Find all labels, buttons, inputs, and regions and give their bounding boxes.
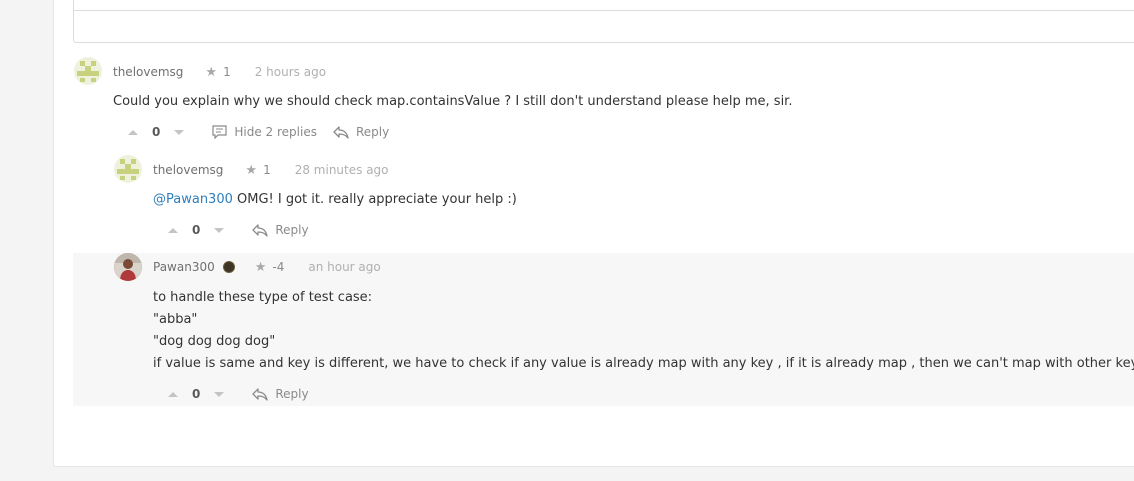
timestamp: 2 hours ago xyxy=(254,65,327,79)
highlighted-reply xyxy=(73,253,1134,406)
downvote-icon[interactable] xyxy=(174,129,185,135)
reply-button[interactable]: Reply xyxy=(252,387,309,401)
comment-actions: 0 Reply xyxy=(168,222,309,238)
editor-edge xyxy=(73,0,1134,10)
username[interactable]: Pawan300 xyxy=(153,260,215,274)
comment-icon xyxy=(212,125,227,139)
vote-count: 0 xyxy=(192,223,201,237)
vote-count: 0 xyxy=(192,387,201,401)
reputation: 1 xyxy=(263,163,271,177)
star-icon: ★ xyxy=(205,64,218,80)
comment-body: Could you explain why we should check ma… xyxy=(113,94,793,109)
avatar[interactable] xyxy=(114,155,142,183)
upvote-icon[interactable] xyxy=(128,129,138,135)
comment-body-line: to handle these type of test case: xyxy=(153,290,373,305)
avatar[interactable] xyxy=(114,253,142,281)
vote-count: 0 xyxy=(152,125,161,139)
comment-text: OMG! I got it. really appreciate your he… xyxy=(232,192,517,207)
comment-actions: 0 Reply xyxy=(168,386,309,402)
downvote-icon[interactable] xyxy=(214,227,225,233)
username[interactable]: thelovemsg xyxy=(113,65,183,79)
reputation: 1 xyxy=(223,65,231,79)
user-mention-link[interactable]: @Pawan300 xyxy=(153,192,233,207)
hide-replies-label: Hide 2 replies xyxy=(234,125,317,139)
badge-icon xyxy=(222,261,235,273)
reply-label: Reply xyxy=(275,223,309,237)
comment-meta: Pawan300 ★ -4 an hour ago xyxy=(153,259,381,275)
reply-label: Reply xyxy=(355,125,390,139)
comment-editor-bottom[interactable] xyxy=(73,10,1134,43)
comment-actions: 0 Hide 2 replies Reply xyxy=(128,124,389,140)
timestamp: an hour ago xyxy=(308,260,381,274)
star-icon: ★ xyxy=(254,259,267,275)
downvote-icon[interactable] xyxy=(214,391,225,397)
upvote-icon[interactable] xyxy=(168,227,178,233)
upvote-icon[interactable] xyxy=(168,391,178,397)
comment-meta: thelovemsg ★ 1 28 minutes ago xyxy=(153,162,389,178)
comment-meta: thelovemsg ★ 1 2 hours ago xyxy=(113,64,326,80)
avatar[interactable] xyxy=(74,57,102,85)
reply-button[interactable]: Reply xyxy=(252,223,309,237)
comment-body-line: if value is same and key is different, w… xyxy=(153,356,1134,371)
reply-button[interactable]: Reply xyxy=(333,125,389,139)
comment-body-line: "abba" xyxy=(153,312,198,327)
reply-icon xyxy=(333,125,349,139)
reply-icon xyxy=(252,387,269,401)
comment-body-line: "dog dog dog dog" xyxy=(153,334,276,349)
timestamp: 28 minutes ago xyxy=(294,163,389,177)
star-icon: ★ xyxy=(245,162,258,178)
reputation: -4 xyxy=(272,260,285,274)
comment-body: @Pawan300 OMG! I got it. really apprecia… xyxy=(153,192,517,207)
reply-icon xyxy=(252,223,269,237)
username[interactable]: thelovemsg xyxy=(153,163,223,177)
hide-replies-button[interactable]: Hide 2 replies xyxy=(212,125,317,139)
reply-label: Reply xyxy=(275,387,309,401)
